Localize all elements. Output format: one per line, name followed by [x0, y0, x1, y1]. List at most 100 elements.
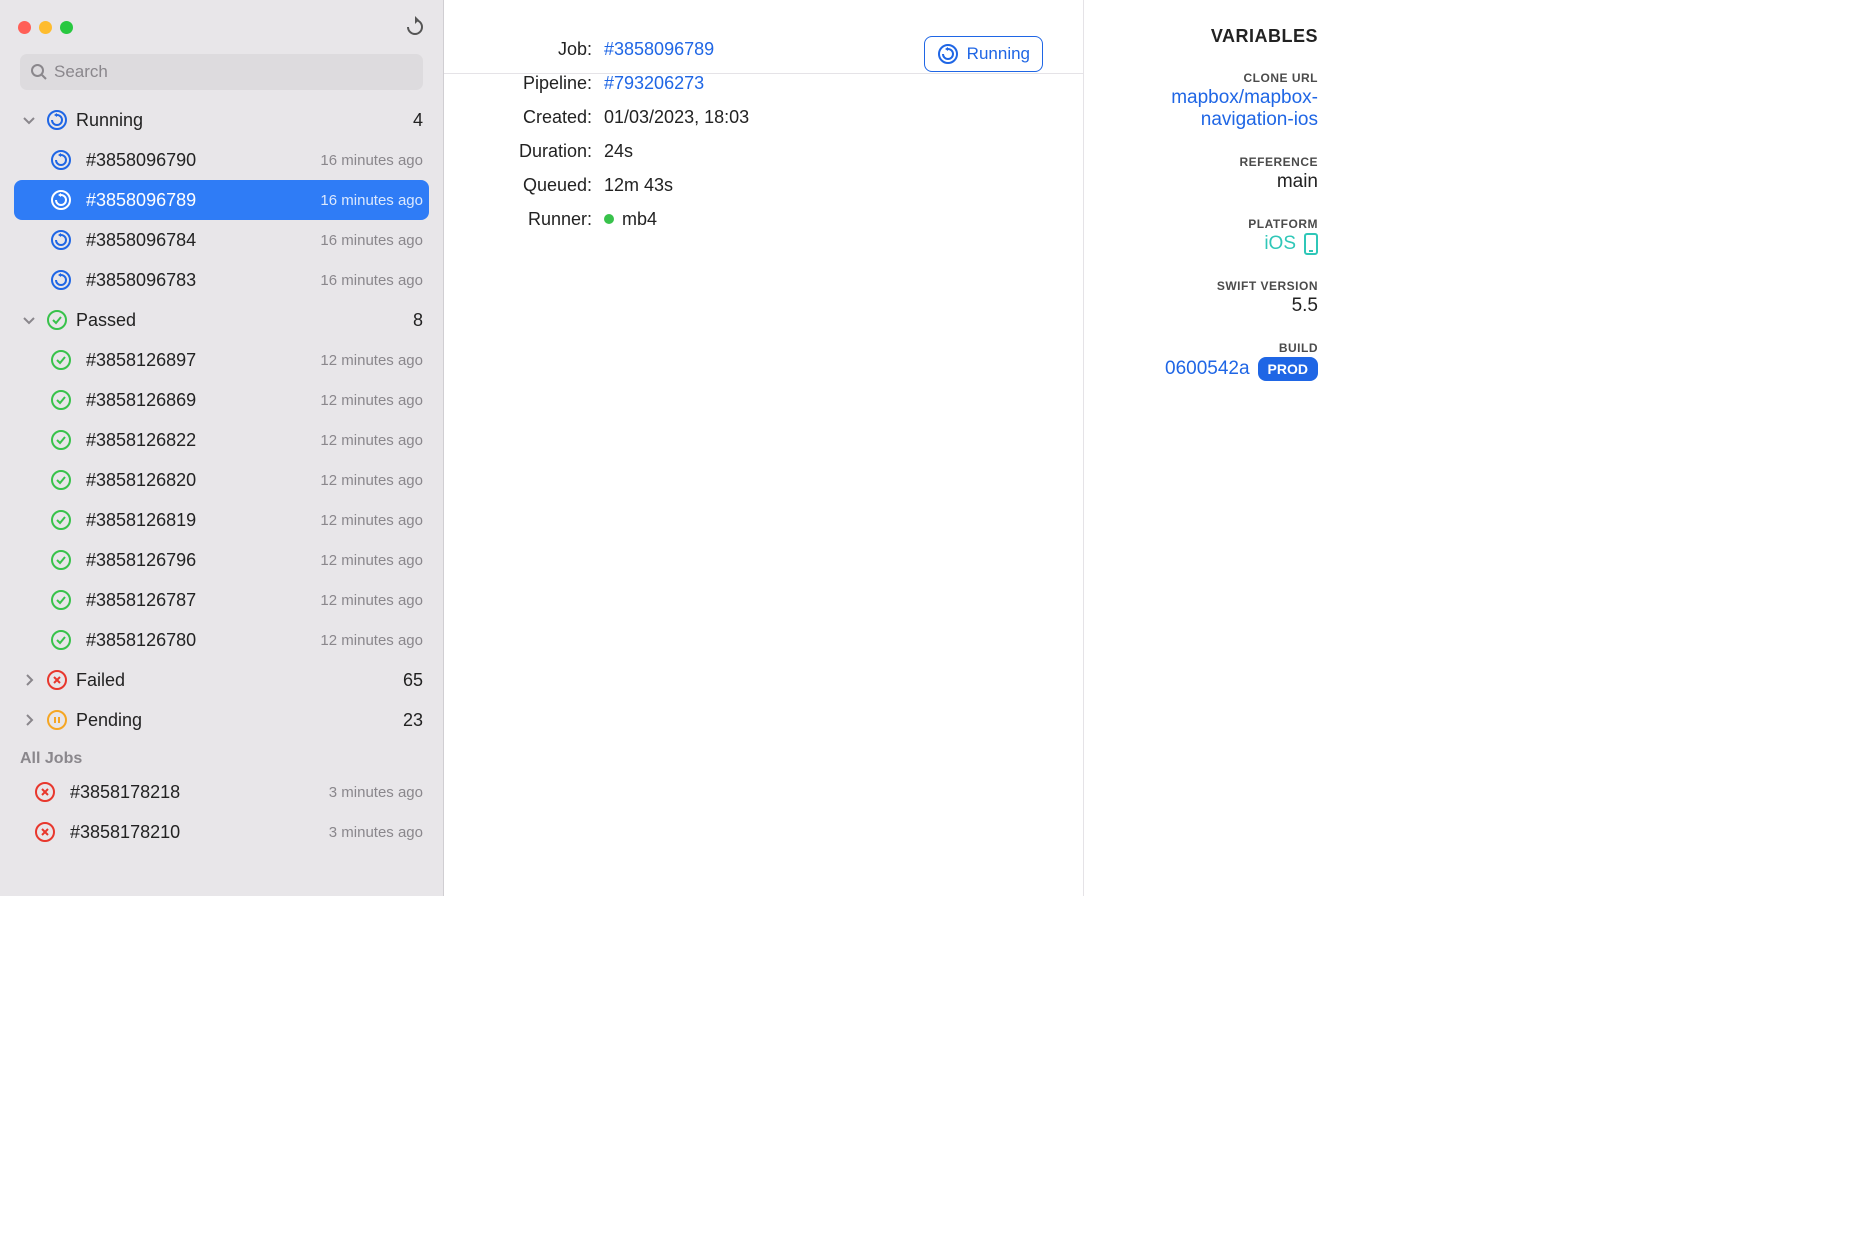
group-label: Pending — [76, 710, 142, 731]
job-row[interactable]: #385812689712 minutes ago — [0, 340, 443, 380]
build-hash[interactable]: 0600542a — [1165, 358, 1250, 380]
variables-panel: VARIABLES CLONE URL mapbox/mapbox-naviga… — [1084, 0, 1340, 896]
job-row[interactable]: #3858178218 3 minutes ago — [0, 772, 443, 812]
passed-icon — [50, 349, 72, 371]
zoom-window-button[interactable] — [60, 21, 73, 34]
var-platform-value: iOS — [1106, 233, 1318, 255]
chevron-right-icon — [20, 671, 38, 689]
job-id: #3858096789 — [86, 190, 196, 211]
var-swift-label: SWIFT VERSION — [1106, 279, 1318, 293]
job-time: 12 minutes ago — [320, 432, 423, 449]
job-time: 3 minutes ago — [329, 824, 423, 841]
passed-icon — [50, 509, 72, 531]
job-row[interactable]: #3858096790 16 minutes ago — [0, 140, 443, 180]
group-header-passed[interactable]: Passed 8 — [0, 300, 443, 340]
var-reference-value: main — [1106, 171, 1318, 193]
search-icon — [30, 63, 48, 81]
label-queued: Queued: — [484, 175, 604, 196]
failed-icon — [34, 821, 56, 843]
refresh-button[interactable] — [405, 16, 425, 38]
platform-text: iOS — [1264, 233, 1296, 255]
search-input[interactable] — [54, 62, 413, 82]
job-row[interactable]: #3858096784 16 minutes ago — [0, 220, 443, 260]
job-id: #3858126869 — [86, 390, 196, 411]
passed-icon — [50, 429, 72, 451]
passed-icon — [46, 309, 68, 331]
group-label: Running — [76, 110, 143, 131]
var-clone-url-value[interactable]: mapbox/mapbox-navigation-ios — [1106, 87, 1318, 131]
job-row[interactable]: #3858096783 16 minutes ago — [0, 260, 443, 300]
job-time: 16 minutes ago — [320, 232, 423, 249]
job-row[interactable]: #385812679612 minutes ago — [0, 540, 443, 580]
job-time: 12 minutes ago — [320, 552, 423, 569]
var-build-value: 0600542a PROD — [1106, 357, 1318, 381]
running-icon — [50, 229, 72, 251]
job-row[interactable]: #3858126787 12 minutes ago — [0, 580, 443, 620]
queued-value: 12m 43s — [604, 175, 673, 196]
group-label: Passed — [76, 310, 136, 331]
phone-icon — [1304, 233, 1318, 255]
job-id: #3858126780 — [86, 630, 196, 651]
titlebar — [0, 0, 443, 54]
passed-icon — [50, 389, 72, 411]
running-icon — [937, 43, 959, 65]
prod-badge: PROD — [1258, 357, 1318, 381]
job-id: #3858126897 — [86, 350, 196, 371]
label-duration: Duration: — [484, 141, 604, 162]
job-row-selected[interactable]: #3858096789 16 minutes ago — [14, 180, 429, 220]
job-time: 12 minutes ago — [320, 512, 423, 529]
label-pipeline: Pipeline: — [484, 73, 604, 94]
passed-icon — [50, 549, 72, 571]
created-value: 01/03/2023, 18:03 — [604, 107, 749, 128]
job-id: #3858126822 — [86, 430, 196, 451]
var-clone-url-label: CLONE URL — [1106, 71, 1318, 85]
detail-panel: Running Job:#3858096789 Pipeline:#793206… — [444, 0, 1084, 896]
group-count: 8 — [413, 310, 423, 331]
job-time: 3 minutes ago — [329, 784, 423, 801]
search-field[interactable] — [20, 54, 423, 90]
job-row[interactable]: #385812682012 minutes ago — [0, 460, 443, 500]
running-icon — [50, 269, 72, 291]
job-time: 16 minutes ago — [320, 192, 423, 209]
passed-icon — [50, 629, 72, 651]
group-header-failed[interactable]: Failed 65 — [0, 660, 443, 700]
job-list[interactable]: Running 4 #3858096790 16 minutes ago #38… — [0, 100, 443, 896]
main: Running Job:#3858096789 Pipeline:#793206… — [444, 0, 1340, 896]
job-time: 16 minutes ago — [320, 272, 423, 289]
job-row[interactable]: #3858178210 3 minutes ago — [0, 812, 443, 852]
sidebar: Running 4 #3858096790 16 minutes ago #38… — [0, 0, 444, 896]
job-id: #3858178210 — [70, 822, 180, 843]
close-window-button[interactable] — [18, 21, 31, 34]
job-row[interactable]: #3858126780 12 minutes ago — [0, 620, 443, 660]
job-row[interactable]: #3858126822 12 minutes ago — [0, 420, 443, 460]
search-wrap — [0, 54, 443, 100]
var-swift-value: 5.5 — [1106, 295, 1318, 317]
minimize-window-button[interactable] — [39, 21, 52, 34]
traffic-lights — [18, 21, 73, 34]
status-badge: Running — [924, 36, 1043, 72]
job-id: #3858096790 — [86, 150, 196, 171]
all-jobs-label: All Jobs — [0, 740, 443, 772]
pipeline-link[interactable]: #793206273 — [604, 73, 704, 94]
job-row[interactable]: #385812681912 minutes ago — [0, 500, 443, 540]
label-runner: Runner: — [484, 209, 604, 230]
job-id: #3858126820 — [86, 470, 196, 491]
running-icon — [46, 109, 68, 131]
job-id: #3858178218 — [70, 782, 180, 803]
job-id: #3858126787 — [86, 590, 196, 611]
group-header-pending[interactable]: Pending 23 — [0, 700, 443, 740]
var-reference-label: REFERENCE — [1106, 155, 1318, 169]
group-header-running[interactable]: Running 4 — [0, 100, 443, 140]
variables-title: VARIABLES — [1106, 26, 1318, 47]
runner-status-dot — [604, 214, 614, 224]
running-icon — [50, 189, 72, 211]
group-count: 23 — [403, 710, 423, 731]
group-label: Failed — [76, 670, 125, 691]
runner-name: mb4 — [622, 209, 657, 230]
failed-icon — [46, 669, 68, 691]
job-link[interactable]: #3858096789 — [604, 39, 714, 60]
job-time: 12 minutes ago — [320, 632, 423, 649]
detail-body: Running Job:#3858096789 Pipeline:#793206… — [484, 32, 1043, 236]
job-row[interactable]: #385812686912 minutes ago — [0, 380, 443, 420]
job-time: 12 minutes ago — [320, 592, 423, 609]
